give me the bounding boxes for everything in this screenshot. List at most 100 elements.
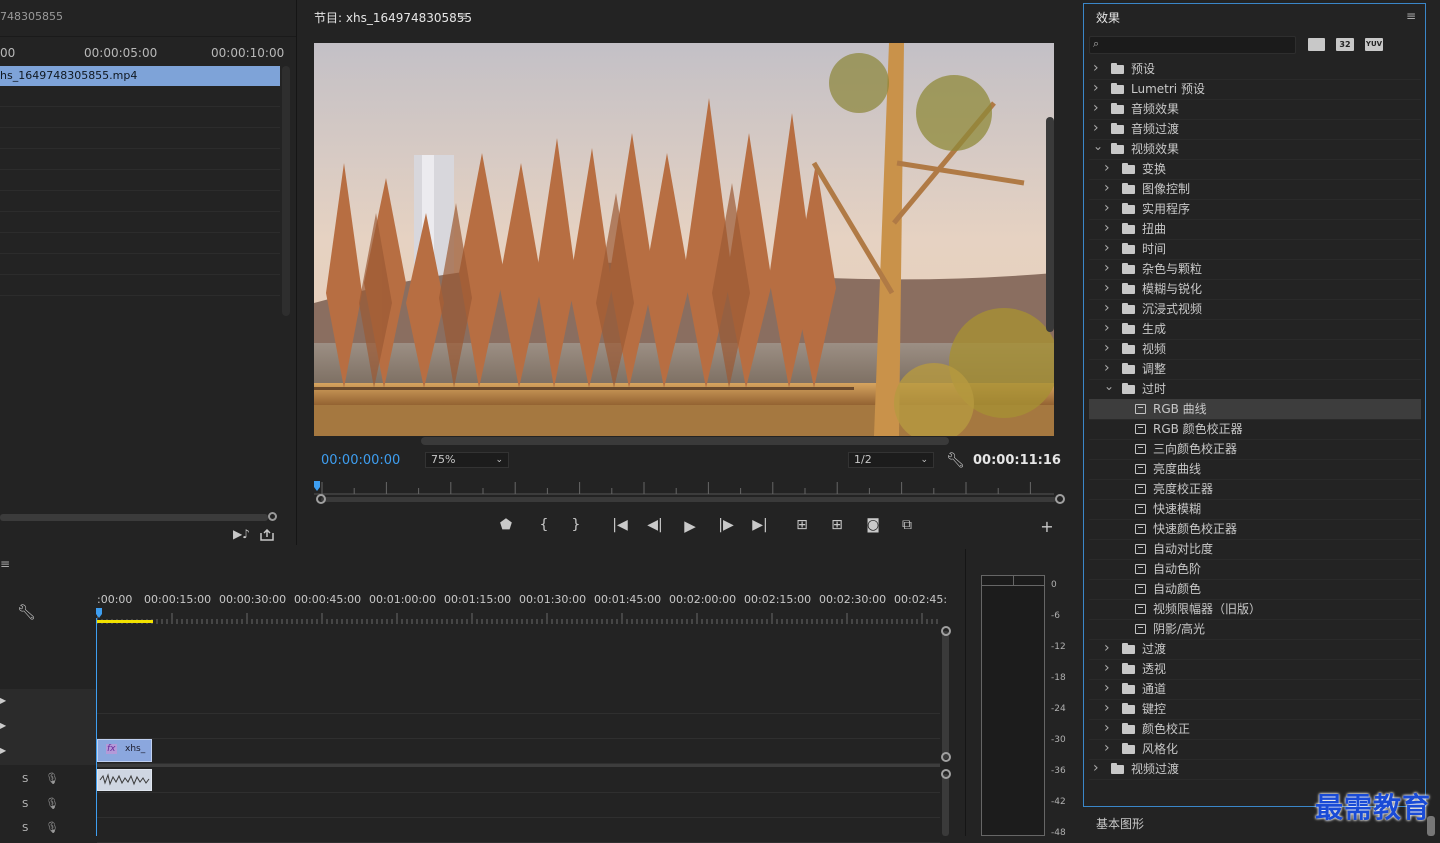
solo-button[interactable]: S bbox=[22, 823, 28, 834]
add-marker-icon[interactable]: ⬟ bbox=[497, 517, 515, 533]
mark-out-icon[interactable]: } bbox=[567, 517, 585, 533]
effects-folder[interactable]: › 实用程序 bbox=[1089, 199, 1421, 220]
track-toggle-icon[interactable]: ▶ bbox=[0, 696, 6, 705]
video-track-v1[interactable] bbox=[97, 739, 940, 764]
chevron-right-icon[interactable]: › bbox=[1104, 338, 1110, 358]
effect-item[interactable]: 亮度曲线 bbox=[1089, 459, 1421, 480]
effects-folder[interactable]: › 视频 bbox=[1089, 339, 1421, 360]
solo-button[interactable]: S bbox=[22, 774, 28, 785]
effects-folder[interactable]: › 调整 bbox=[1089, 359, 1421, 380]
resolution-select[interactable]: 1/2 ⌄ bbox=[848, 452, 934, 468]
effects-folder[interactable]: › 预设 bbox=[1089, 59, 1421, 80]
track-toggle-icon[interactable]: ▶ bbox=[0, 746, 6, 755]
effect-item[interactable]: RGB 曲线 bbox=[1089, 399, 1421, 420]
video-tracks-scrollbar[interactable] bbox=[942, 631, 949, 759]
zoom-select[interactable]: 75% ⌄ bbox=[425, 452, 509, 468]
32-bit-icon[interactable]: 32 bbox=[1336, 38, 1354, 51]
solo-button[interactable]: S bbox=[22, 799, 28, 810]
accelerated-effects-icon[interactable] bbox=[1308, 38, 1325, 51]
effects-title[interactable]: 效果 bbox=[1096, 9, 1120, 26]
track-toggle-icon[interactable]: ▶ bbox=[0, 721, 6, 730]
play-icon[interactable]: ▶ bbox=[681, 517, 699, 535]
effects-folder[interactable]: › 键控 bbox=[1089, 699, 1421, 720]
effect-item[interactable]: 快速模糊 bbox=[1089, 499, 1421, 520]
chevron-right-icon[interactable]: › bbox=[1104, 198, 1110, 218]
chevron-right-icon[interactable]: › bbox=[1104, 358, 1110, 378]
chevron-right-icon[interactable]: › bbox=[1104, 698, 1110, 718]
step-back-icon[interactable]: ◀| bbox=[646, 517, 664, 533]
effects-folder[interactable]: › 变换 bbox=[1089, 159, 1421, 180]
chevron-right-icon[interactable]: › bbox=[1104, 238, 1110, 258]
effects-folder[interactable]: › 通道 bbox=[1089, 679, 1421, 700]
effect-item[interactable]: 亮度校正器 bbox=[1089, 479, 1421, 500]
chevron-right-icon[interactable]: › bbox=[1104, 318, 1110, 338]
chevron-right-icon[interactable]: › bbox=[1093, 78, 1099, 98]
effect-item[interactable]: 自动颜色 bbox=[1089, 579, 1421, 600]
effects-folder[interactable]: › 颜色校正 bbox=[1089, 719, 1421, 740]
source-scrollbar[interactable] bbox=[282, 66, 290, 316]
timeline-ruler[interactable] bbox=[96, 610, 940, 624]
scroll-handle[interactable] bbox=[941, 752, 951, 762]
add-button-icon[interactable]: + bbox=[1038, 517, 1056, 536]
current-timecode[interactable]: 00:00:00:00 bbox=[321, 453, 400, 468]
chevron-right-icon[interactable]: › bbox=[1104, 738, 1110, 758]
chevron-right-icon[interactable]: › bbox=[1104, 718, 1110, 738]
audio-tracks-scrollbar[interactable] bbox=[942, 774, 949, 836]
chevron-down-icon[interactable]: ⌄ bbox=[1104, 376, 1114, 396]
extract-icon[interactable]: ⊞ bbox=[828, 517, 846, 533]
chevron-right-icon[interactable]: › bbox=[1093, 58, 1099, 78]
effect-item[interactable]: 自动对比度 bbox=[1089, 539, 1421, 560]
chevron-right-icon[interactable]: › bbox=[1104, 258, 1110, 278]
chevron-right-icon[interactable]: › bbox=[1104, 298, 1110, 318]
step-forward-icon[interactable]: |▶ bbox=[717, 517, 735, 533]
chevron-right-icon[interactable]: › bbox=[1104, 638, 1110, 658]
effects-folder[interactable]: › 模糊与锐化 bbox=[1089, 279, 1421, 300]
video-clip[interactable]: fx xhs_ bbox=[97, 739, 152, 762]
chevron-right-icon[interactable]: › bbox=[1104, 278, 1110, 298]
chevron-right-icon[interactable]: › bbox=[1093, 98, 1099, 118]
lift-icon[interactable]: ⊞ bbox=[793, 517, 811, 533]
chevron-right-icon[interactable]: › bbox=[1093, 758, 1099, 778]
effects-folder[interactable]: › 沉浸式视频 bbox=[1089, 299, 1421, 320]
audio-out-icon[interactable]: ▶♪ bbox=[233, 527, 250, 541]
scroll-handle[interactable] bbox=[268, 512, 277, 521]
zoom-scrollbar[interactable] bbox=[321, 497, 1056, 502]
effects-folder[interactable]: › 音频效果 bbox=[1089, 99, 1421, 120]
panel-menu-icon[interactable]: ≡ bbox=[458, 9, 468, 23]
audio-track-a2[interactable] bbox=[97, 793, 940, 818]
wrench-icon[interactable]: 🔧︎ bbox=[946, 451, 965, 469]
essential-graphics-tab[interactable]: 基本图形 bbox=[1096, 815, 1144, 832]
chevron-right-icon[interactable]: › bbox=[1104, 158, 1110, 178]
microphone-icon[interactable]: 🎙︎ bbox=[45, 797, 59, 810]
panel-menu-icon[interactable]: ≡ bbox=[0, 557, 10, 571]
scroll-handle[interactable] bbox=[941, 626, 951, 636]
effects-folder[interactable]: › 图像控制 bbox=[1089, 179, 1421, 200]
video-track-v2[interactable] bbox=[97, 714, 940, 739]
effects-folder[interactable]: › 过渡 bbox=[1089, 639, 1421, 660]
mark-in-icon[interactable]: { bbox=[535, 517, 553, 533]
effect-item[interactable]: 阴影/高光 bbox=[1089, 619, 1421, 640]
source-h-scrollbar[interactable] bbox=[0, 514, 268, 521]
effects-folder[interactable]: › 视频过渡 bbox=[1089, 759, 1421, 780]
chevron-down-icon[interactable]: ⌄ bbox=[1093, 136, 1103, 156]
video-frame[interactable] bbox=[314, 43, 1054, 436]
zoom-handle-right[interactable] bbox=[1055, 494, 1065, 504]
microphone-icon[interactable]: 🎙︎ bbox=[45, 772, 59, 785]
chevron-right-icon[interactable]: › bbox=[1104, 178, 1110, 198]
effect-item[interactable]: 视频限幅器（旧版） bbox=[1089, 599, 1421, 620]
effects-folder[interactable]: › 时间 bbox=[1089, 239, 1421, 260]
program-title[interactable]: 节目: xhs_1649748305855 bbox=[314, 9, 472, 26]
video-track-v3[interactable] bbox=[97, 689, 940, 714]
effects-folder[interactable]: › 杂色与颗粒 bbox=[1089, 259, 1421, 280]
go-to-in-icon[interactable]: |◀ bbox=[611, 517, 629, 533]
effects-folder[interactable]: › 生成 bbox=[1089, 319, 1421, 340]
effects-folder[interactable]: › 扭曲 bbox=[1089, 219, 1421, 240]
source-clip[interactable]: hs_1649748305855.mp4 bbox=[0, 66, 280, 86]
zoom-handle-left[interactable] bbox=[316, 494, 326, 504]
effect-item[interactable]: RGB 颜色校正器 bbox=[1089, 419, 1421, 440]
time-ruler[interactable] bbox=[314, 480, 1064, 495]
go-to-out-icon[interactable]: ▶| bbox=[751, 517, 769, 533]
audio-track-a3[interactable] bbox=[97, 818, 940, 843]
yuv-icon[interactable]: YUV bbox=[1365, 38, 1383, 51]
effects-folder[interactable]: ⌄ 视频效果 bbox=[1089, 139, 1421, 160]
